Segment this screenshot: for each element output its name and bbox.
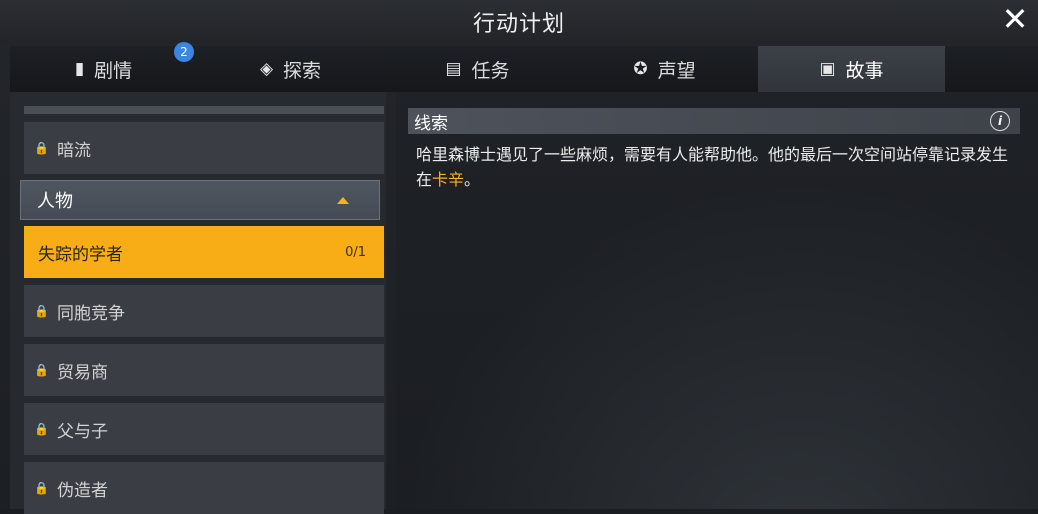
- list-item-trader[interactable]: 🔒 贸易商: [24, 344, 384, 396]
- lock-icon: 🔒: [34, 363, 49, 377]
- highlighted-location[interactable]: 卡辛: [432, 170, 464, 189]
- progress-count: 0/1: [345, 244, 366, 260]
- category-label: 人物: [37, 191, 73, 212]
- tab-label: 探索: [283, 59, 322, 82]
- clue-text-end: 。: [464, 170, 481, 189]
- tab-label: 声望: [657, 59, 696, 82]
- book-icon: ▮: [74, 59, 85, 79]
- tab-reputation[interactable]: ✪ 声望: [571, 46, 758, 92]
- story-icon: ▣: [819, 59, 836, 79]
- clue-title: 线索: [414, 113, 448, 134]
- tab-story[interactable]: ▣ 故事: [758, 46, 945, 92]
- list-item-missing-scholar[interactable]: 失踪的学者 0/1: [24, 226, 384, 278]
- clue-description: 哈里森博士遇见了一些麻烦，需要有人能帮助他。他的最后一次空间站停靠记录发生在卡辛…: [416, 142, 1016, 192]
- tab-label: 故事: [845, 59, 884, 82]
- reputation-icon: ✪: [633, 59, 648, 79]
- list-item-forger[interactable]: 🔒 伪造者: [24, 462, 384, 514]
- list-item-sibling-rivalry[interactable]: 🔒 同胞竞争: [24, 285, 384, 337]
- tab-explore[interactable]: ◈ 探索: [197, 46, 384, 92]
- list-item-label: 暗流: [57, 140, 91, 161]
- lock-icon: 🔒: [34, 141, 49, 155]
- scroll-top-bar: [24, 106, 384, 114]
- title-bar: 行动计划 ✕: [0, 0, 1038, 44]
- tab-bar: ▮ 剧情 2 ◈ 探索 ▤ 任务 ✪ 声望 ▣ 故事: [10, 42, 1038, 92]
- clipboard-icon: ▤: [445, 59, 462, 79]
- list-item-label: 父与子: [57, 421, 108, 442]
- clue-header: 线索 i: [408, 108, 1020, 134]
- story-list-panel: 🔒 暗流 人物 失踪的学者 0/1 🔒 同胞竞争 🔒 贸易商 🔒 父与子 🔒 伪…: [10, 92, 386, 514]
- window-title: 行动计划: [472, 12, 565, 37]
- lock-icon: 🔒: [34, 304, 49, 318]
- list-item-label: 失踪的学者: [38, 244, 123, 265]
- clue-panel: 线索 i 哈里森博士遇见了一些麻烦，需要有人能帮助他。他的最后一次空间站停靠记录…: [396, 92, 1038, 509]
- tab-plot[interactable]: ▮ 剧情 2: [10, 42, 197, 92]
- list-item-undercurrent[interactable]: 🔒 暗流: [24, 122, 384, 174]
- close-icon[interactable]: ✕: [998, 2, 1032, 36]
- explore-icon: ◈: [259, 59, 274, 79]
- list-item-label: 贸易商: [57, 362, 108, 383]
- info-icon[interactable]: i: [990, 111, 1010, 131]
- tab-tasks[interactable]: ▤ 任务: [384, 46, 571, 92]
- list-item-father-and-son[interactable]: 🔒 父与子: [24, 403, 384, 455]
- list-item-label: 伪造者: [57, 480, 108, 501]
- tab-label: 任务: [471, 59, 510, 82]
- collapse-caret-icon: [337, 196, 349, 204]
- list-item-label: 同胞竞争: [57, 303, 125, 324]
- category-header-characters[interactable]: 人物: [20, 180, 380, 220]
- clue-text: 哈里森博士遇见了一些麻烦，需要有人能帮助他。他的最后一次空间站停靠记录发生在: [416, 145, 1009, 189]
- lock-icon: 🔒: [34, 481, 49, 495]
- tab-label: 剧情: [94, 59, 133, 82]
- lock-icon: 🔒: [34, 422, 49, 436]
- notification-badge: 2: [174, 42, 194, 62]
